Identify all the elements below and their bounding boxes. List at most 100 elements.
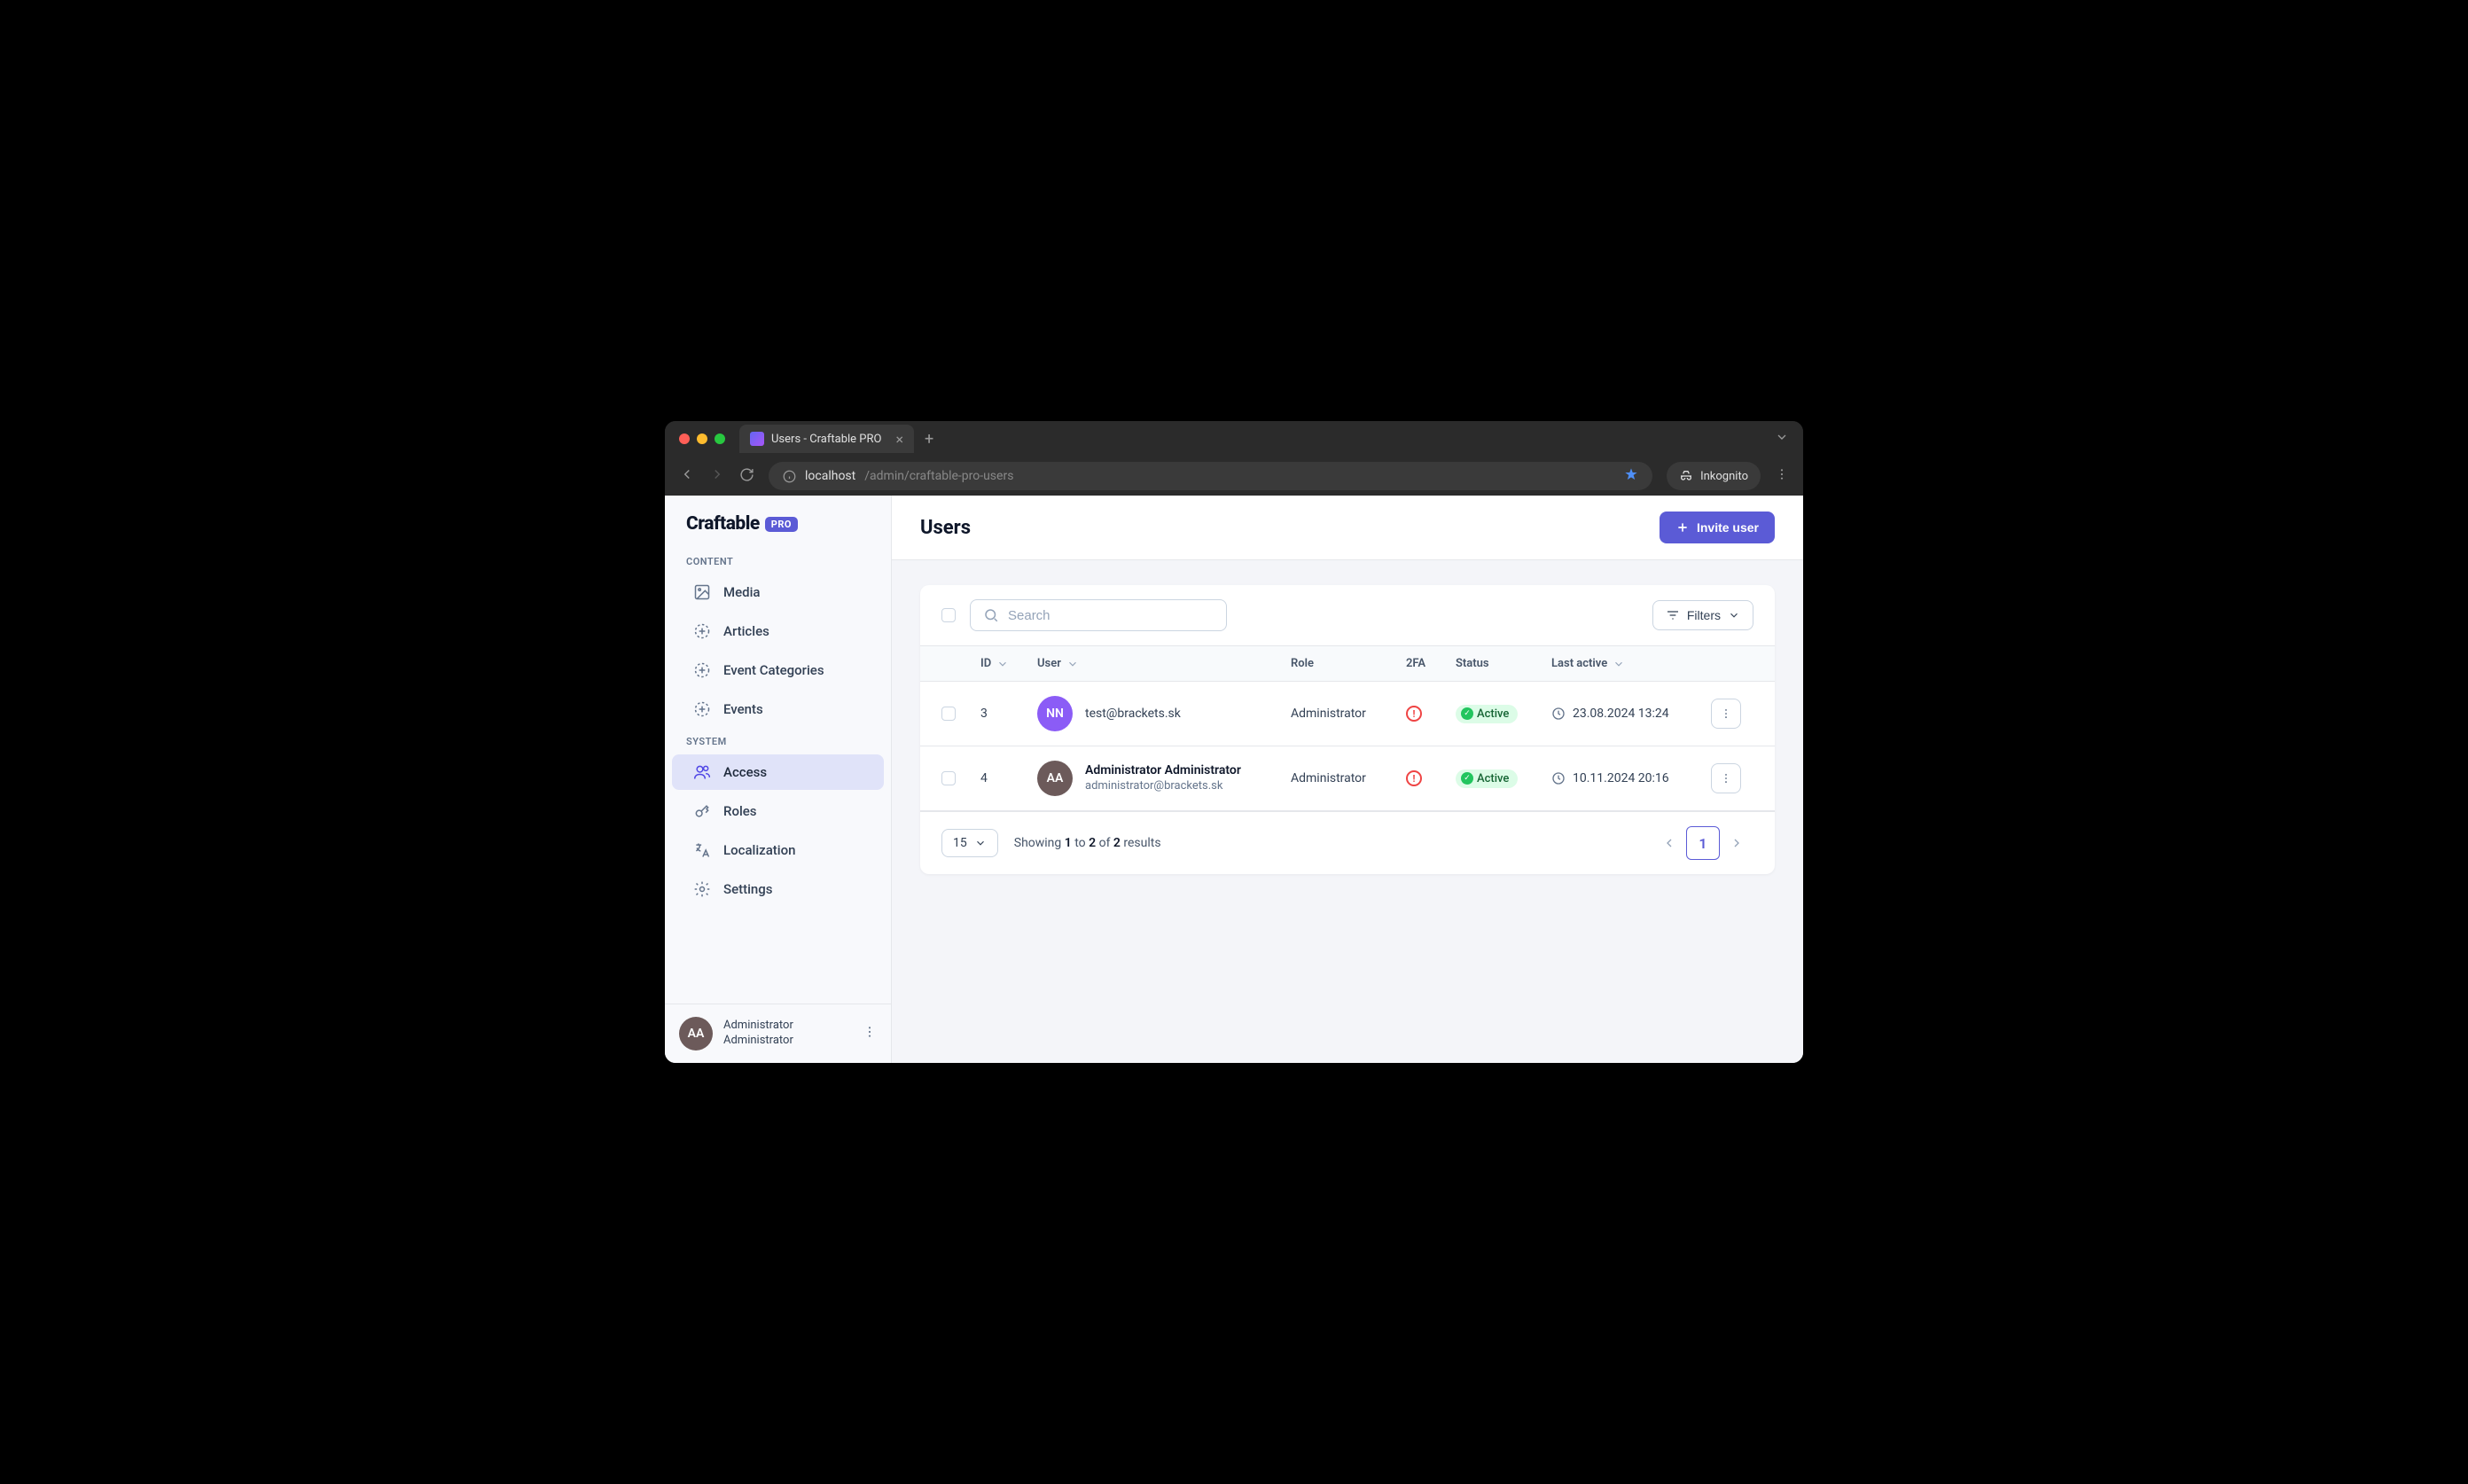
- tab-title: Users - Craftable PRO: [771, 433, 881, 446]
- 2fa-warning-icon: !: [1406, 770, 1422, 786]
- footer-user-menu[interactable]: [863, 1025, 877, 1043]
- status-badge: Active: [1456, 769, 1518, 788]
- search-icon: [983, 607, 999, 623]
- avatar: NN: [1037, 696, 1073, 731]
- url-bar[interactable]: localhost/admin/craftable-pro-users: [769, 462, 1652, 490]
- pager-prev-button[interactable]: [1652, 826, 1686, 860]
- incognito-badge[interactable]: Inkognito: [1667, 462, 1761, 490]
- key-icon: [693, 802, 711, 820]
- sidebar-item-access[interactable]: Access: [672, 754, 884, 790]
- new-tab-button[interactable]: +: [925, 430, 933, 449]
- sidebar-item-events[interactable]: Events: [672, 691, 884, 727]
- 2fa-warning-icon: !: [1406, 706, 1422, 722]
- column-header-last-active[interactable]: Last active: [1551, 657, 1711, 670]
- sidebar-item-label: Access: [723, 764, 767, 780]
- gear-icon: [693, 880, 711, 898]
- chevron-down-icon: [996, 658, 1009, 670]
- info-icon: [783, 470, 796, 483]
- footer-user: Administrator Administrator: [723, 1019, 793, 1049]
- cell-id: 4: [980, 771, 1037, 785]
- reload-button[interactable]: [739, 467, 754, 486]
- invite-user-button[interactable]: Invite user: [1660, 512, 1775, 543]
- plus-icon: [1675, 520, 1690, 535]
- table-header: ID User Role 2FA Status Last active: [920, 645, 1775, 682]
- footer-user-line1: Administrator: [723, 1019, 793, 1034]
- column-header-id[interactable]: ID: [980, 657, 1037, 670]
- sidebar-item-label: Settings: [723, 881, 773, 897]
- bookmark-star-icon[interactable]: [1624, 467, 1638, 485]
- select-all-checkbox[interactable]: [941, 608, 956, 622]
- main: Users Invite user: [892, 496, 1803, 1063]
- sidebar-item-event-categories[interactable]: Event Categories: [672, 652, 884, 688]
- pager-current[interactable]: 1: [1686, 826, 1720, 860]
- card-toolbar: Filters: [920, 585, 1775, 645]
- tabs-overflow-button[interactable]: [1775, 430, 1789, 448]
- cell-last-active: 23.08.2024 13:24: [1551, 707, 1711, 721]
- logo-badge: PRO: [765, 517, 798, 532]
- dashed-circle-icon: [693, 661, 711, 679]
- maximize-window-button[interactable]: [715, 433, 725, 444]
- pager-next-button[interactable]: [1720, 826, 1753, 860]
- avatar[interactable]: AA: [679, 1017, 713, 1051]
- results-text: Showing 1 to 2 of 2 results: [1014, 836, 1161, 850]
- sidebar-item-settings[interactable]: Settings: [672, 871, 884, 907]
- filters-button[interactable]: Filters: [1652, 600, 1753, 630]
- titlebar: Users - Craftable PRO × +: [665, 421, 1803, 457]
- row-menu-button[interactable]: [1711, 763, 1741, 793]
- per-page-select[interactable]: 15: [941, 829, 998, 857]
- browser-menu-button[interactable]: [1775, 467, 1789, 485]
- column-header-2fa: 2FA: [1406, 657, 1456, 670]
- content: Filters ID User: [892, 560, 1803, 899]
- browser-window: Users - Craftable PRO × + localhost/admi…: [665, 421, 1803, 1063]
- sidebar-item-media[interactable]: Media: [672, 574, 884, 610]
- sidebar-item-articles[interactable]: Articles: [672, 613, 884, 649]
- card-footer: 15 Showing 1 to 2 of 2 results 1: [920, 811, 1775, 874]
- favicon: [750, 432, 764, 446]
- clock-icon: [1551, 707, 1566, 721]
- chevron-down-icon: [1066, 658, 1079, 670]
- cell-last-active: 10.11.2024 20:16: [1551, 771, 1711, 785]
- row-checkbox[interactable]: [941, 707, 956, 721]
- row-menu-button[interactable]: [1711, 699, 1741, 729]
- sidebar-item-label: Articles: [723, 623, 769, 639]
- page-title: Users: [920, 517, 971, 539]
- table-row: 4 AA Administrator Administrator adminis…: [920, 746, 1775, 811]
- search-box[interactable]: [970, 599, 1227, 631]
- column-header-status: Status: [1456, 657, 1551, 670]
- column-header-user[interactable]: User: [1037, 657, 1291, 670]
- footer-user-line2: Administrator: [723, 1034, 793, 1049]
- users-card: Filters ID User: [920, 585, 1775, 874]
- close-tab-icon[interactable]: ×: [895, 431, 903, 448]
- chevron-down-icon: [1728, 609, 1740, 621]
- sidebar-footer: AA Administrator Administrator: [665, 1004, 891, 1063]
- table-row: 3 NN test@brackets.sk Administrator ! Ac…: [920, 682, 1775, 746]
- clock-icon: [1551, 771, 1566, 785]
- sidebar-item-label: Localization: [723, 842, 795, 858]
- search-input[interactable]: [1008, 608, 1214, 623]
- section-label-content: CONTENT: [665, 549, 891, 573]
- sidebar-item-roles[interactable]: Roles: [672, 793, 884, 829]
- image-icon: [693, 583, 711, 601]
- forward-button[interactable]: [709, 466, 725, 486]
- url-host: localhost: [805, 469, 855, 483]
- cell-user-name: Administrator Administrator: [1085, 762, 1241, 778]
- cell-user-email: administrator@brackets.sk: [1085, 779, 1241, 794]
- sidebar-item-label: Roles: [723, 803, 757, 819]
- sidebar-item-localization[interactable]: Localization: [672, 832, 884, 868]
- browser-tab[interactable]: Users - Craftable PRO ×: [739, 425, 914, 453]
- cell-role: Administrator: [1291, 771, 1406, 785]
- app: Craftable PRO CONTENT Media Articles Eve…: [665, 496, 1803, 1063]
- traffic-lights: [679, 433, 725, 444]
- close-window-button[interactable]: [679, 433, 690, 444]
- logo[interactable]: Craftable PRO: [665, 496, 891, 549]
- address-bar: localhost/admin/craftable-pro-users Inko…: [665, 457, 1803, 496]
- translate-icon: [693, 841, 711, 859]
- sidebar-item-label: Events: [723, 701, 763, 717]
- status-badge: Active: [1456, 705, 1518, 723]
- minimize-window-button[interactable]: [697, 433, 707, 444]
- filters-label: Filters: [1687, 608, 1721, 622]
- dashed-circle-icon: [693, 622, 711, 640]
- incognito-icon: [1679, 469, 1693, 483]
- back-button[interactable]: [679, 466, 695, 486]
- row-checkbox[interactable]: [941, 771, 956, 785]
